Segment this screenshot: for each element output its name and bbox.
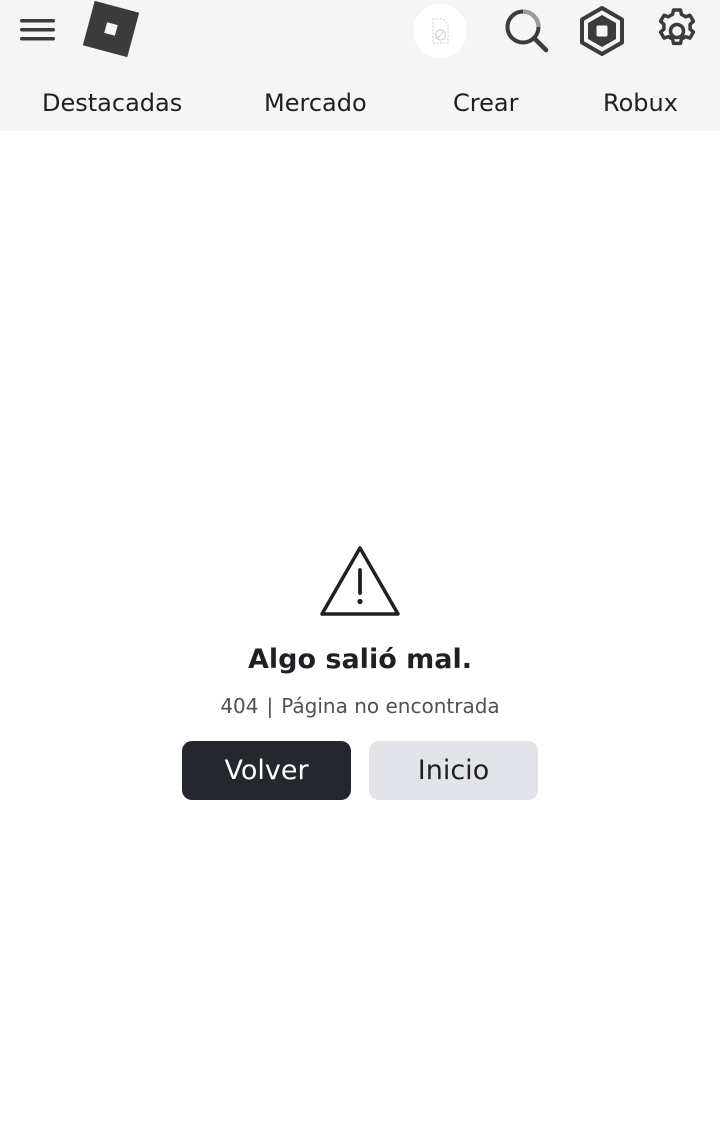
error-code: 404 — [220, 694, 259, 718]
menu-button[interactable] — [16, 12, 60, 48]
search-icon — [505, 9, 549, 53]
nav-item-mercado[interactable]: Mercado — [264, 86, 367, 120]
error-title: Algo salió mal. — [247, 644, 473, 675]
avatar-placeholder-icon — [413, 4, 467, 58]
hamburger-menu-icon — [20, 19, 55, 41]
warning-triangle-icon — [320, 546, 400, 616]
nav-item-crear[interactable]: Crear — [453, 86, 518, 120]
nav-item-destacadas[interactable]: Destacadas — [42, 86, 182, 120]
back-button[interactable]: Volver — [182, 741, 351, 800]
error-subtitle: 404 | Página no encontrada — [0, 690, 720, 722]
roblox-logo-link[interactable] — [80, 0, 142, 62]
main-nav: Destacadas Mercado Crear Robux — [0, 76, 720, 130]
error-separator: | — [266, 694, 274, 718]
top-header: Destacadas Mercado Crear Robux — [0, 0, 720, 131]
nav-item-robux[interactable]: Robux — [603, 86, 678, 120]
roblox-logo — [82, 0, 140, 58]
robux-icon — [580, 6, 624, 56]
error-panel: Algo salió mal. 404 | Página no encontrada… — [0, 540, 720, 810]
gear-icon — [658, 8, 696, 46]
error-message: Página no encontrada — [281, 694, 500, 718]
top-bar — [0, 0, 720, 66]
settings-button[interactable] — [651, 5, 703, 57]
robux-button[interactable] — [576, 5, 628, 57]
avatar-button[interactable] — [413, 4, 467, 58]
home-button[interactable]: Inicio — [369, 741, 538, 800]
search-button[interactable] — [502, 6, 552, 56]
